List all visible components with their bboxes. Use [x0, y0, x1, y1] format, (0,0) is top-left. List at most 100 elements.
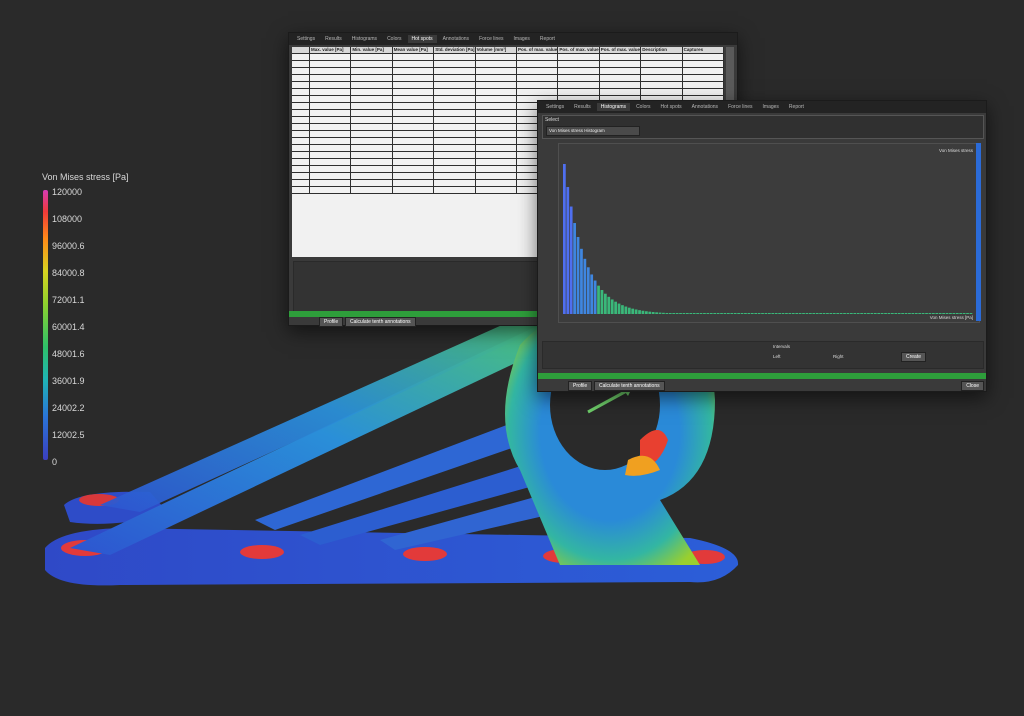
column-header[interactable]: Max. value [Pa] [310, 47, 352, 54]
table-cell[interactable] [392, 138, 435, 145]
table-cell[interactable] [292, 152, 310, 159]
table-cell[interactable] [475, 166, 517, 173]
table-cell[interactable] [599, 68, 642, 75]
table-cell[interactable] [292, 82, 310, 89]
table-cell[interactable] [434, 89, 476, 96]
table-cell[interactable] [475, 54, 517, 61]
table-cell[interactable] [292, 145, 310, 152]
table-cell[interactable] [351, 138, 393, 145]
histogram-scrollbar[interactable] [976, 143, 981, 321]
column-header[interactable]: Mean value [Pa] [392, 47, 435, 54]
table-cell[interactable] [292, 173, 310, 180]
table-cell[interactable] [392, 82, 435, 89]
histogram-window[interactable]: Settings Results Histograms Colors Hot spots… [537, 100, 987, 392]
table-cell[interactable] [682, 54, 724, 61]
table-cell[interactable] [351, 96, 393, 103]
table-cell[interactable] [434, 110, 476, 117]
table-cell[interactable] [310, 159, 352, 166]
tab-hot-spots[interactable]: Hot spots [407, 35, 437, 43]
table-cell[interactable] [310, 187, 352, 194]
table-cell[interactable] [310, 117, 352, 124]
table-cell[interactable] [434, 187, 476, 194]
table-cell[interactable] [310, 152, 352, 159]
table-cell[interactable] [641, 61, 683, 68]
table-cell[interactable] [392, 152, 435, 159]
table-cell[interactable] [599, 82, 642, 89]
table-cell[interactable] [351, 54, 393, 61]
table-cell[interactable] [292, 159, 310, 166]
tab-annotations[interactable]: Annotations [439, 35, 473, 43]
table-cell[interactable] [434, 75, 476, 82]
table-cell[interactable] [292, 131, 310, 138]
table-cell[interactable] [351, 145, 393, 152]
table-cell[interactable] [434, 145, 476, 152]
table-cell[interactable] [434, 180, 476, 187]
table-cell[interactable] [392, 103, 435, 110]
column-header[interactable]: Volume [mm³] [475, 47, 517, 54]
table-cell[interactable] [475, 96, 517, 103]
table-cell[interactable] [558, 82, 600, 89]
tab-hot-spots[interactable]: Hot spots [657, 103, 686, 111]
table-cell[interactable] [392, 124, 435, 131]
table-cell[interactable] [434, 131, 476, 138]
table-cell[interactable] [292, 180, 310, 187]
table-cell[interactable] [641, 54, 683, 61]
tab-colors[interactable]: Colors [632, 103, 654, 111]
table-cell[interactable] [351, 61, 393, 68]
table-cell[interactable] [392, 110, 435, 117]
histogram-calculate-button[interactable]: Calculate tenth annotations [594, 381, 665, 391]
table-cell[interactable] [434, 103, 476, 110]
table-cell[interactable] [392, 54, 435, 61]
table-cell[interactable] [292, 75, 310, 82]
table-cell[interactable] [434, 152, 476, 159]
table-cell[interactable] [351, 124, 393, 131]
tab-settings[interactable]: Settings [542, 103, 568, 111]
table-cell[interactable] [475, 152, 517, 159]
table-cell[interactable] [434, 159, 476, 166]
table-cell[interactable] [310, 110, 352, 117]
table-cell[interactable] [392, 145, 435, 152]
table-cell[interactable] [392, 68, 435, 75]
table-cell[interactable] [351, 131, 393, 138]
table-cell[interactable] [517, 82, 559, 89]
close-button[interactable]: Close [961, 381, 984, 391]
table-cell[interactable] [599, 54, 642, 61]
column-header[interactable]: Std. deviation [Pa] [434, 47, 476, 54]
table-cell[interactable] [351, 82, 393, 89]
table-cell[interactable] [475, 103, 517, 110]
table-cell[interactable] [475, 117, 517, 124]
table-cell[interactable] [599, 75, 642, 82]
table-cell[interactable] [310, 145, 352, 152]
table-cell[interactable] [310, 173, 352, 180]
table-cell[interactable] [310, 166, 352, 173]
table-cell[interactable] [475, 187, 517, 194]
table-cell[interactable] [475, 124, 517, 131]
table-cell[interactable] [641, 89, 683, 96]
table-cell[interactable] [475, 173, 517, 180]
table-cell[interactable] [310, 54, 352, 61]
table-cell[interactable] [558, 61, 600, 68]
tab-colors[interactable]: Colors [383, 35, 405, 43]
column-header[interactable]: Pos. of max. value y [mm] [558, 47, 600, 54]
histogram-select[interactable]: Von Mises stress Histogram [546, 126, 640, 136]
table-cell[interactable] [392, 117, 435, 124]
table-cell[interactable] [310, 131, 352, 138]
tab-force-lines[interactable]: Force lines [724, 103, 756, 111]
table-cell[interactable] [351, 187, 393, 194]
table-cell[interactable] [392, 96, 435, 103]
table-cell[interactable] [392, 187, 435, 194]
table-cell[interactable] [558, 89, 600, 96]
table-cell[interactable] [310, 138, 352, 145]
table-cell[interactable] [292, 68, 310, 75]
table-cell[interactable] [292, 117, 310, 124]
table-cell[interactable] [558, 54, 600, 61]
table-cell[interactable] [310, 68, 352, 75]
table-cell[interactable] [641, 75, 683, 82]
table-cell[interactable] [292, 166, 310, 173]
table-cell[interactable] [292, 138, 310, 145]
table-cell[interactable] [392, 131, 435, 138]
table-cell[interactable] [351, 152, 393, 159]
table-cell[interactable] [351, 75, 393, 82]
table-cell[interactable] [392, 61, 435, 68]
table-cell[interactable] [434, 96, 476, 103]
